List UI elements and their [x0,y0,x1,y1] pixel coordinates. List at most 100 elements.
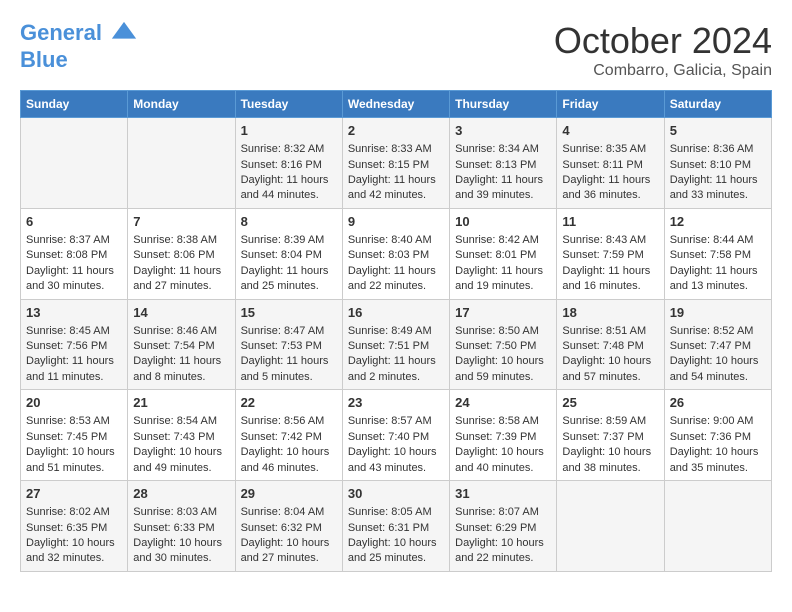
day-info: Sunrise: 8:57 AM [348,414,444,429]
day-info: Daylight: 10 hours and 54 minutes. [670,354,766,385]
day-info: Sunset: 7:53 PM [241,339,337,354]
day-info: Daylight: 11 hours and 11 minutes. [26,354,122,385]
day-info: Daylight: 11 hours and 19 minutes. [455,264,551,295]
day-info: Sunset: 6:32 PM [241,521,337,536]
day-info: Sunrise: 8:51 AM [562,324,658,339]
day-info: Sunset: 6:31 PM [348,521,444,536]
calendar-cell [21,118,128,209]
day-info: Sunrise: 8:46 AM [133,324,229,339]
day-number: 1 [241,122,337,140]
day-info: Sunrise: 8:36 AM [670,142,766,157]
day-info: Sunrise: 8:50 AM [455,324,551,339]
day-info: Daylight: 10 hours and 40 minutes. [455,445,551,476]
day-info: Sunrise: 8:38 AM [133,233,229,248]
day-info: Daylight: 11 hours and 44 minutes. [241,173,337,204]
calendar-header-row: SundayMondayTuesdayWednesdayThursdayFrid… [21,91,772,118]
day-info: Sunrise: 8:35 AM [562,142,658,157]
calendar-cell [557,481,664,572]
calendar-cell: 15Sunrise: 8:47 AMSunset: 7:53 PMDayligh… [235,299,342,390]
day-info: Daylight: 11 hours and 2 minutes. [348,354,444,385]
day-info: Daylight: 10 hours and 57 minutes. [562,354,658,385]
calendar-cell: 29Sunrise: 8:04 AMSunset: 6:32 PMDayligh… [235,481,342,572]
day-info: Daylight: 10 hours and 22 minutes. [455,536,551,567]
day-info: Daylight: 10 hours and 25 minutes. [348,536,444,567]
day-info: Sunset: 6:29 PM [455,521,551,536]
day-info: Sunset: 8:01 PM [455,248,551,263]
calendar-cell: 14Sunrise: 8:46 AMSunset: 7:54 PMDayligh… [128,299,235,390]
logo-text: General [20,20,138,48]
day-number: 19 [670,304,766,322]
weekday-header-monday: Monday [128,91,235,118]
day-number: 17 [455,304,551,322]
weekday-header-sunday: Sunday [21,91,128,118]
day-number: 6 [26,213,122,231]
calendar-cell: 30Sunrise: 8:05 AMSunset: 6:31 PMDayligh… [342,481,449,572]
day-info: Sunrise: 8:47 AM [241,324,337,339]
day-info: Sunset: 8:11 PM [562,158,658,173]
day-info: Daylight: 11 hours and 36 minutes. [562,173,658,204]
day-info: Sunrise: 8:54 AM [133,414,229,429]
day-info: Daylight: 11 hours and 22 minutes. [348,264,444,295]
calendar-body: 1Sunrise: 8:32 AMSunset: 8:16 PMDaylight… [21,118,772,572]
calendar-cell: 22Sunrise: 8:56 AMSunset: 7:42 PMDayligh… [235,390,342,481]
day-number: 18 [562,304,658,322]
day-info: Daylight: 10 hours and 38 minutes. [562,445,658,476]
calendar-cell: 9Sunrise: 8:40 AMSunset: 8:03 PMDaylight… [342,208,449,299]
day-info: Daylight: 11 hours and 39 minutes. [455,173,551,204]
calendar-cell: 18Sunrise: 8:51 AMSunset: 7:48 PMDayligh… [557,299,664,390]
day-info: Daylight: 10 hours and 59 minutes. [455,354,551,385]
day-info: Sunrise: 8:07 AM [455,505,551,520]
day-info: Sunrise: 8:59 AM [562,414,658,429]
month-title: October 2024 [554,20,772,62]
day-info: Sunrise: 8:40 AM [348,233,444,248]
day-info: Daylight: 11 hours and 5 minutes. [241,354,337,385]
calendar-cell: 8Sunrise: 8:39 AMSunset: 8:04 PMDaylight… [235,208,342,299]
day-number: 13 [26,304,122,322]
day-info: Sunrise: 8:53 AM [26,414,122,429]
calendar-week-5: 27Sunrise: 8:02 AMSunset: 6:35 PMDayligh… [21,481,772,572]
day-number: 5 [670,122,766,140]
day-info: Sunrise: 8:04 AM [241,505,337,520]
day-info: Sunrise: 8:42 AM [455,233,551,248]
day-info: Sunrise: 8:52 AM [670,324,766,339]
day-info: Sunset: 7:42 PM [241,430,337,445]
calendar-cell: 6Sunrise: 8:37 AMSunset: 8:08 PMDaylight… [21,208,128,299]
day-info: Sunset: 6:35 PM [26,521,122,536]
day-number: 25 [562,394,658,412]
day-number: 27 [26,485,122,503]
calendar-cell [128,118,235,209]
day-info: Sunset: 8:03 PM [348,248,444,263]
calendar-cell: 23Sunrise: 8:57 AMSunset: 7:40 PMDayligh… [342,390,449,481]
day-number: 21 [133,394,229,412]
day-info: Sunrise: 8:58 AM [455,414,551,429]
calendar-cell: 26Sunrise: 9:00 AMSunset: 7:36 PMDayligh… [664,390,771,481]
logo-blue: Blue [20,48,138,72]
calendar-week-4: 20Sunrise: 8:53 AMSunset: 7:45 PMDayligh… [21,390,772,481]
weekday-header-friday: Friday [557,91,664,118]
day-number: 20 [26,394,122,412]
calendar-cell: 27Sunrise: 8:02 AMSunset: 6:35 PMDayligh… [21,481,128,572]
calendar-cell: 21Sunrise: 8:54 AMSunset: 7:43 PMDayligh… [128,390,235,481]
day-info: Sunset: 8:06 PM [133,248,229,263]
day-number: 2 [348,122,444,140]
day-info: Sunset: 7:50 PM [455,339,551,354]
day-number: 23 [348,394,444,412]
weekday-header-wednesday: Wednesday [342,91,449,118]
logo: General Blue [20,20,138,72]
day-info: Sunrise: 8:33 AM [348,142,444,157]
day-info: Sunset: 7:37 PM [562,430,658,445]
day-number: 26 [670,394,766,412]
calendar-week-2: 6Sunrise: 8:37 AMSunset: 8:08 PMDaylight… [21,208,772,299]
day-number: 16 [348,304,444,322]
weekday-header-tuesday: Tuesday [235,91,342,118]
day-info: Daylight: 11 hours and 25 minutes. [241,264,337,295]
calendar-cell: 11Sunrise: 8:43 AMSunset: 7:59 PMDayligh… [557,208,664,299]
day-number: 7 [133,213,229,231]
day-number: 3 [455,122,551,140]
day-info: Sunset: 8:15 PM [348,158,444,173]
calendar-week-1: 1Sunrise: 8:32 AMSunset: 8:16 PMDaylight… [21,118,772,209]
day-info: Daylight: 11 hours and 30 minutes. [26,264,122,295]
day-info: Sunrise: 8:56 AM [241,414,337,429]
calendar-cell: 1Sunrise: 8:32 AMSunset: 8:16 PMDaylight… [235,118,342,209]
day-info: Sunrise: 9:00 AM [670,414,766,429]
